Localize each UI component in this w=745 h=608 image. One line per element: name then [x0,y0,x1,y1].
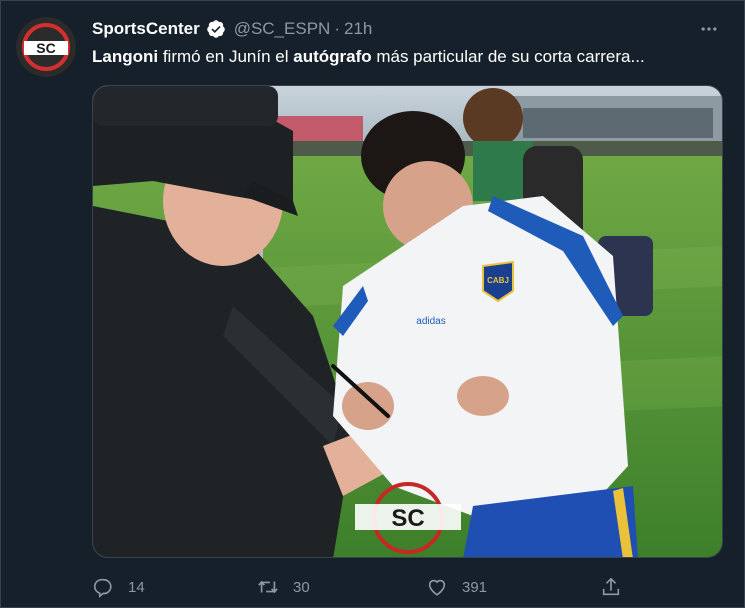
tweet-text-segment: firmó en Junín el [158,47,294,66]
more-options-icon[interactable] [699,19,719,39]
heart-icon [428,579,446,596]
avatar[interactable]: SC [16,17,76,77]
timestamp[interactable]: 21h [344,19,372,39]
crest-text: CABJ [487,276,509,285]
display-name[interactable]: SportsCenter [92,19,200,39]
tweet-text-segment-end: más particular de su corta carrera... [371,47,645,66]
tweet-actions: 14 30 391 [92,573,632,601]
tweet-photo[interactable]: CABJ adidas SC [92,85,723,558]
verified-badge-icon [206,19,226,39]
share-button[interactable] [600,573,636,601]
watermark-logo: SC [391,505,424,532]
like-count: 391 [462,578,488,596]
retweet-icon [258,580,278,594]
tweet-text-bold-name: Langoni [92,47,159,66]
reply-icon [93,578,112,598]
tweet-text: Langoni firmó en Junín el autógrafo más … [92,46,732,68]
like-button[interactable]: 391 [426,573,487,601]
handle[interactable]: @SC_ESPN [234,19,331,39]
jersey-brand-text: adidas [416,316,445,327]
reply-count: 14 [128,578,145,596]
tweet-header: SportsCenter @SC_ESPN · 21h [92,18,372,40]
share-icon [602,577,620,596]
tweet-card[interactable]: SC SportsCenter @SC_ESPN · 21h Langoni f… [0,0,745,608]
tweet-text-bold-word: autógrafo [293,47,372,66]
retweet-count: 30 [293,578,310,596]
reply-button[interactable]: 14 [92,573,145,601]
retweet-button[interactable]: 30 [257,573,310,601]
avatar-logo-text: SC [36,40,55,56]
separator-dot: · [334,19,340,38]
